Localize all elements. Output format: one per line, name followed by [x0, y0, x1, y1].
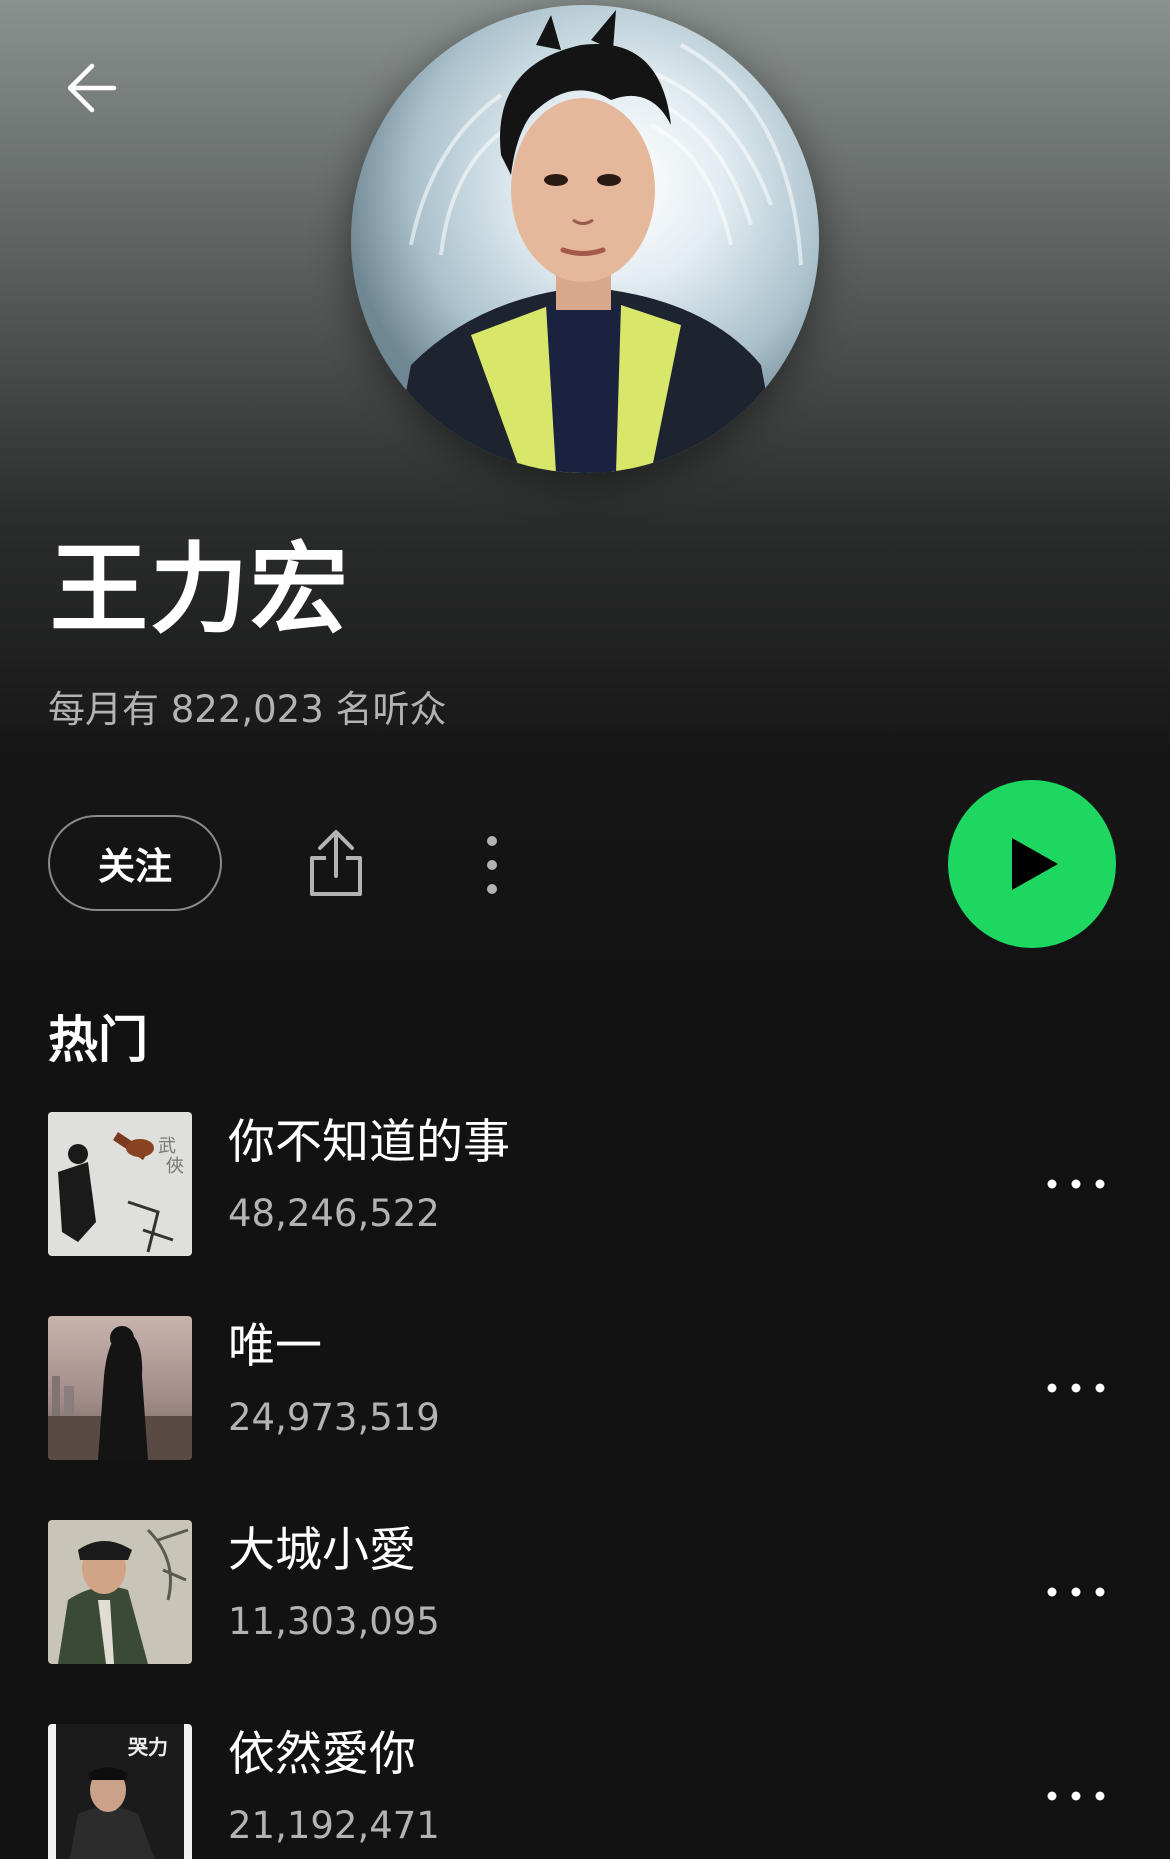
track-cover: 武 俠 — [48, 1112, 192, 1256]
track-more-button[interactable] — [1036, 1358, 1116, 1418]
track-cover: 哭力 — [48, 1724, 192, 1859]
track-title: 大城小愛 — [228, 1523, 416, 1578]
track-plays: 21,192,471 — [228, 1804, 440, 1847]
follow-button[interactable]: 关注 — [48, 815, 222, 911]
track-row[interactable]: 唯一 24,973,519 — [0, 1316, 1170, 1462]
more-vertical-icon — [487, 836, 497, 894]
track-cover — [48, 1316, 192, 1460]
artist-avatar — [351, 5, 819, 473]
track-plays: 24,973,519 — [228, 1396, 440, 1439]
more-horizontal-icon — [1047, 1179, 1105, 1189]
track-more-button[interactable] — [1036, 1766, 1116, 1826]
share-icon — [310, 830, 362, 896]
track-plays: 11,303,095 — [228, 1600, 440, 1643]
share-button[interactable] — [296, 818, 376, 908]
more-horizontal-icon — [1047, 1791, 1105, 1801]
track-title: 依然愛你 — [228, 1727, 416, 1782]
track-plays: 48,246,522 — [228, 1192, 440, 1235]
more-horizontal-icon — [1047, 1383, 1105, 1393]
back-button[interactable] — [52, 48, 132, 128]
popular-section-title: 热门 — [48, 1011, 148, 1069]
track-row[interactable]: 哭力 依然愛你 21,192,471 — [0, 1724, 1170, 1859]
svg-text:武: 武 — [158, 1136, 176, 1157]
track-row[interactable]: 大城小愛 11,303,095 — [0, 1520, 1170, 1666]
track-title: 你不知道的事 — [228, 1115, 510, 1170]
play-icon — [1012, 838, 1058, 890]
track-title: 唯一 — [228, 1319, 322, 1374]
svg-text:哭力: 哭力 — [128, 1735, 168, 1759]
svg-text:俠: 俠 — [166, 1156, 184, 1177]
track-row[interactable]: 武 俠 你不知道的事 48,246,522 — [0, 1112, 1170, 1258]
track-more-button[interactable] — [1036, 1154, 1116, 1214]
track-more-button[interactable] — [1036, 1562, 1116, 1622]
more-horizontal-icon — [1047, 1587, 1105, 1597]
monthly-listeners: 每月有 822,023 名听众 — [48, 688, 447, 731]
arrow-left-icon — [67, 63, 117, 113]
play-button[interactable] — [948, 780, 1116, 948]
artist-name: 王力宏 — [50, 533, 351, 647]
more-options-button[interactable] — [462, 820, 522, 910]
track-cover — [48, 1520, 192, 1664]
artist-page: 王力宏 每月有 822,023 名听众 关注 热门 武 俠 你不知道的事 48,… — [0, 0, 1170, 1859]
